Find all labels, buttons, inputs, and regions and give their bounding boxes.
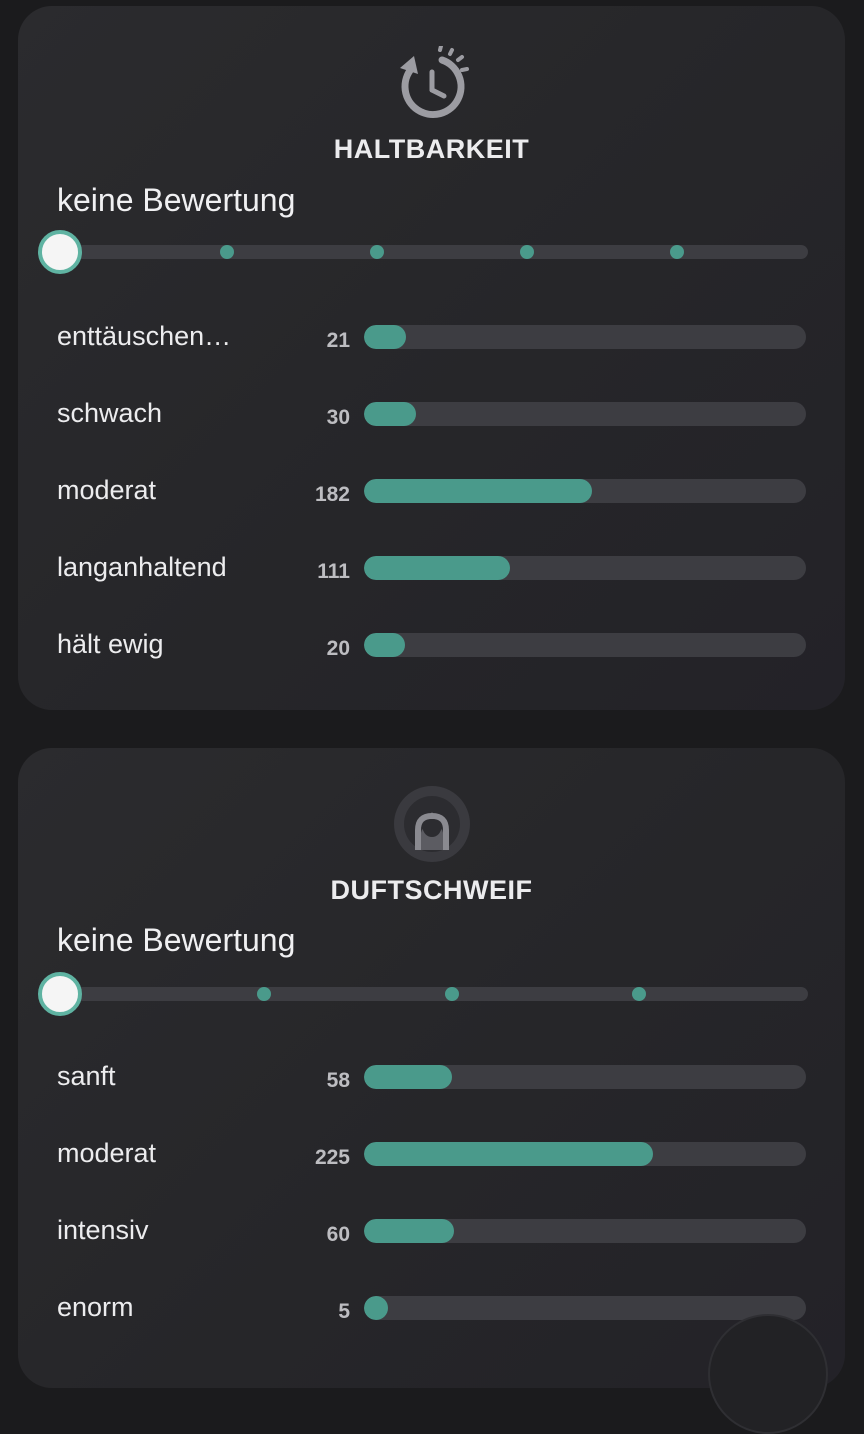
slider-step-dot <box>670 245 684 259</box>
vote-bar-fill <box>364 1065 452 1089</box>
vote-count: 182 <box>314 483 350 506</box>
vote-bar <box>364 633 806 657</box>
vote-label: intensiv <box>57 1215 149 1245</box>
vote-bar <box>364 1065 806 1089</box>
vote-row: schwach 30 <box>18 394 845 434</box>
vote-bar <box>364 402 806 426</box>
vote-label: sanft <box>57 1061 116 1091</box>
vote-row: sanft 58 <box>18 1057 845 1097</box>
slider-thumb[interactable] <box>38 230 82 274</box>
vote-row: langanhaltend 111 <box>18 548 845 588</box>
slider-step-dot <box>257 987 271 1001</box>
vote-label: enttäuschen… <box>57 321 232 351</box>
clock-history-icon <box>392 44 472 127</box>
slider-step-dot <box>220 245 234 259</box>
vote-row: intensiv 60 <box>18 1211 845 1251</box>
vote-row: hält ewig 20 <box>18 625 845 665</box>
vote-bar-fill <box>364 633 405 657</box>
vote-bar-fill <box>364 1219 455 1243</box>
longevity-card: HALTBARKEIT keine Bewertung enttäuschen…… <box>18 6 845 710</box>
vote-bar <box>364 1296 806 1320</box>
slider-step-dot <box>632 987 646 1001</box>
vote-bar-fill <box>364 402 417 426</box>
rating-label: keine Bewertung <box>57 182 296 218</box>
vote-label: langanhaltend <box>57 552 227 582</box>
vote-bar <box>364 1219 806 1243</box>
floating-action-button[interactable] <box>708 1314 828 1434</box>
vote-bar <box>364 1142 806 1166</box>
section-title: DUFTSCHWEIF <box>330 875 533 905</box>
section-title: HALTBARKEIT <box>333 134 530 164</box>
slider-track[interactable] <box>60 245 808 259</box>
vote-count: 111 <box>317 560 350 583</box>
vote-label: schwach <box>57 398 163 428</box>
vote-bar-fill <box>364 479 592 503</box>
slider-step-dot <box>445 987 459 1001</box>
vote-bar-fill <box>364 1296 388 1320</box>
vote-bar <box>364 479 806 503</box>
vote-bar <box>364 325 806 349</box>
vote-count: 20 <box>326 637 350 660</box>
vote-label: moderat <box>57 1138 157 1168</box>
sillage-rating-slider[interactable] <box>38 972 808 1016</box>
vote-row: moderat 225 <box>18 1134 845 1174</box>
slider-thumb[interactable] <box>38 972 82 1016</box>
vote-row: moderat 182 <box>18 471 845 511</box>
sillage-card: DUFTSCHWEIF keine Bewertung sanft 58 mod… <box>18 748 845 1388</box>
sillage-person-icon <box>392 786 472 867</box>
vote-label: enorm <box>57 1292 134 1322</box>
vote-count: 5 <box>338 1300 350 1323</box>
rating-label: keine Bewertung <box>57 922 296 958</box>
vote-bar-fill <box>364 325 406 349</box>
slider-step-dot <box>520 245 534 259</box>
vote-count: 60 <box>326 1223 350 1246</box>
vote-row: enttäuschen… 21 <box>18 317 845 357</box>
vote-label: moderat <box>57 475 157 505</box>
vote-count: 58 <box>326 1069 350 1092</box>
slider-step-dot <box>370 245 384 259</box>
vote-bar-fill <box>364 1142 654 1166</box>
slider-track[interactable] <box>60 987 808 1001</box>
vote-count: 30 <box>326 406 350 429</box>
longevity-rating-slider[interactable] <box>38 230 808 274</box>
vote-count: 21 <box>326 329 350 352</box>
vote-row: enorm 5 <box>18 1288 845 1328</box>
vote-label: hält ewig <box>57 629 164 659</box>
vote-count: 225 <box>314 1146 350 1169</box>
vote-bar <box>364 556 806 580</box>
vote-bar-fill <box>364 556 510 580</box>
